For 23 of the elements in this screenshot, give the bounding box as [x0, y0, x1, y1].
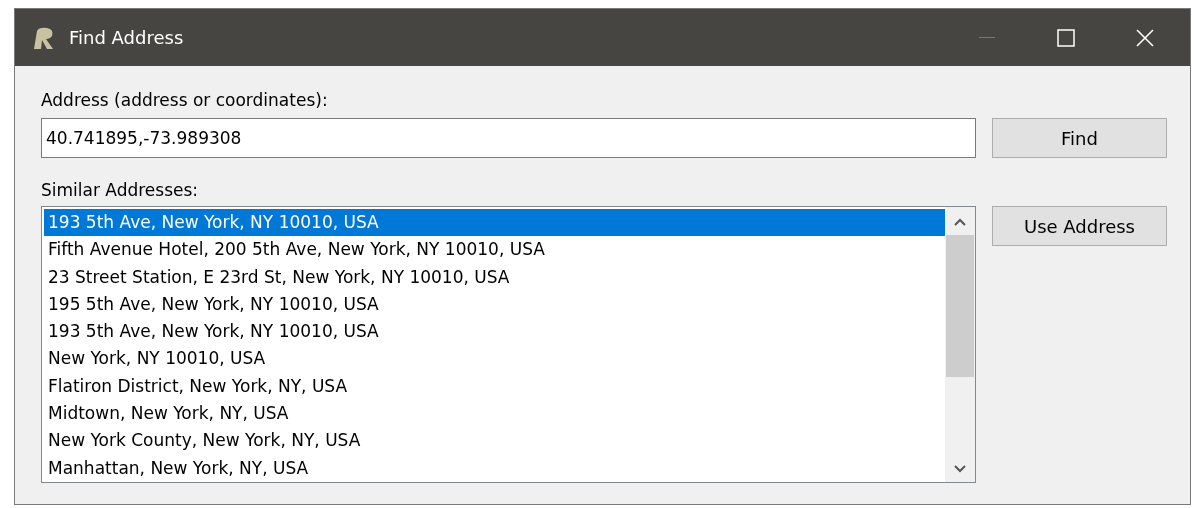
window-title: Find Address — [69, 26, 184, 50]
address-list-item[interactable]: New York County, New York, NY, USA — [44, 427, 945, 455]
address-field[interactable]: 40.741895,-73.989308 — [41, 118, 976, 158]
scroll-down-icon[interactable] — [954, 465, 966, 473]
close-icon — [1136, 28, 1154, 47]
address-list-item[interactable]: Midtown, New York, NY, USA — [44, 400, 945, 428]
address-list-item[interactable]: Manhattan, New York, NY, USA — [44, 454, 945, 482]
scroll-up-icon[interactable] — [954, 218, 966, 226]
minimize-icon — [979, 36, 995, 39]
similar-addresses-label: Similar Addresses: — [41, 179, 200, 202]
address-list-item[interactable]: 193 5th Ave, New York, NY 10010, USA — [44, 318, 945, 346]
address-list-item[interactable]: Fifth Avenue Hotel, 200 5th Ave, New York, NY 10010, USA — [44, 236, 945, 264]
address-list-item[interactable]: 23 Street Station, E 23rd St, New York, NY 10010, USA — [44, 263, 945, 291]
scrollbar[interactable] — [945, 207, 975, 482]
address-label: Address (address or coordinates): — [41, 89, 329, 112]
address-list-item[interactable]: 195 5th Ave, New York, NY 10010, USA — [44, 290, 945, 319]
maximize-icon — [1057, 28, 1075, 47]
address-list-item[interactable]: New York, NY 10010, USA — [44, 345, 945, 373]
address-list-item[interactable]: Flatiron District, New York, NY, USA — [44, 372, 945, 401]
address-list-item[interactable]: 193 5th Ave, New York, NY 10010, USA — [44, 209, 945, 237]
use-address-button[interactable]: Use Address — [992, 206, 1167, 246]
scrollbar-thumb[interactable] — [946, 235, 974, 377]
find-button[interactable]: Find — [992, 118, 1167, 158]
